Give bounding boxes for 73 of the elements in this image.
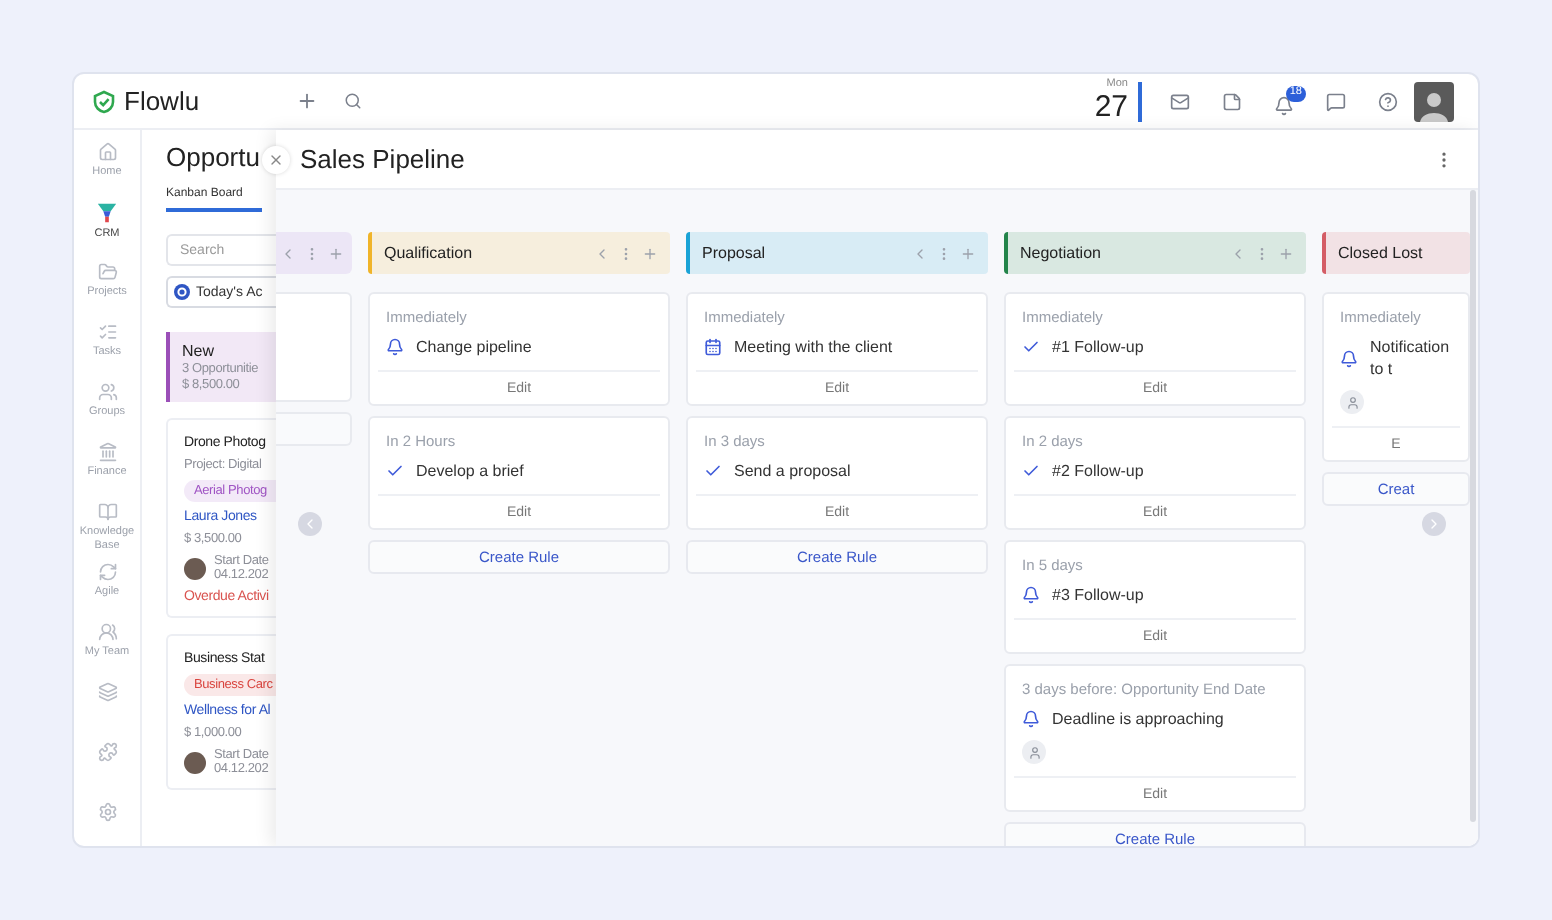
rule-action: #1 Follow-up — [1052, 336, 1144, 358]
search-icon — [343, 92, 362, 110]
layers-icon — [97, 682, 117, 702]
add-button[interactable] — [295, 90, 318, 112]
column-title: Closed Lost — [1338, 244, 1423, 262]
scrollbar-thumb[interactable] — [1470, 190, 1476, 822]
bell-icon — [1274, 96, 1294, 116]
rule-action: Develop a brief — [416, 460, 524, 482]
bell-icon — [1340, 349, 1358, 367]
create-rule-button[interactable] — [276, 412, 352, 446]
plus-icon[interactable] — [1278, 245, 1294, 261]
calendar-icon — [704, 338, 722, 356]
check-icon — [1022, 462, 1040, 480]
rule-action: #3 Follow-up — [1052, 584, 1144, 606]
check-icon — [386, 462, 404, 480]
help-button[interactable] — [1378, 91, 1398, 111]
user-avatar[interactable] — [1414, 81, 1454, 121]
note-icon — [1222, 91, 1242, 111]
plus-icon — [295, 90, 318, 112]
folder-icon — [97, 262, 117, 282]
notes-button[interactable] — [1222, 91, 1242, 111]
users-icon — [97, 382, 117, 402]
bell-icon — [1022, 710, 1040, 728]
book-icon — [97, 502, 117, 522]
chevron-left-icon[interactable] — [280, 245, 296, 261]
chat-button[interactable] — [1326, 91, 1346, 111]
column-title: Proposal — [702, 244, 766, 262]
chevron-right-icon — [1426, 516, 1442, 532]
rule-action: #2 Follow-up — [1052, 460, 1144, 482]
mail-icon — [1170, 91, 1190, 111]
plus-icon[interactable] — [642, 245, 658, 261]
brand-name: Flowlu — [124, 86, 200, 116]
home-icon — [97, 142, 117, 162]
help-icon — [1378, 91, 1398, 111]
rule-action: Send a proposal — [734, 460, 851, 482]
scroll-right-button[interactable] — [1422, 512, 1446, 536]
filter-icon — [174, 284, 190, 300]
team-icon — [97, 622, 117, 642]
chat-icon — [1326, 91, 1346, 111]
bank-icon — [97, 442, 117, 462]
close-icon — [268, 152, 284, 168]
rule-action: Notification to t — [1370, 336, 1452, 380]
panel-title: Sales Pipeline — [300, 144, 465, 174]
mail-button[interactable] — [1170, 91, 1190, 111]
puzzle-icon — [97, 742, 117, 762]
rule-action: Meeting with the client — [734, 336, 893, 358]
scroll-left-button[interactable] — [298, 512, 322, 536]
plus-icon[interactable] — [960, 245, 976, 261]
logo-icon — [92, 89, 116, 113]
stage-title: New — [182, 342, 217, 360]
settings-icon — [97, 802, 117, 822]
funnel-icon — [96, 202, 118, 224]
refresh-icon — [97, 562, 117, 582]
avatar — [184, 751, 206, 773]
chevron-left-icon[interactable] — [1230, 245, 1246, 261]
chevron-left-icon — [302, 516, 318, 532]
close-button[interactable] — [262, 146, 290, 174]
column-title: Qualification — [384, 244, 473, 262]
avatar — [184, 557, 206, 579]
check-icon — [704, 462, 722, 480]
search-button[interactable] — [343, 92, 362, 110]
page-title: Opportu — [166, 142, 262, 172]
column-title: Negotiation — [1020, 244, 1101, 262]
day-number: 27 — [1094, 91, 1128, 122]
checklist-icon — [97, 322, 117, 342]
bell-icon — [1022, 586, 1040, 604]
bell-icon — [386, 338, 404, 356]
plus-icon[interactable] — [328, 245, 344, 261]
check-icon — [1022, 338, 1040, 356]
chevron-left-icon[interactable] — [912, 245, 928, 261]
chevron-left-icon[interactable] — [594, 245, 610, 261]
rule-action: Deadline is approaching — [1052, 708, 1224, 730]
rule-action: Change pipeline — [416, 336, 532, 358]
